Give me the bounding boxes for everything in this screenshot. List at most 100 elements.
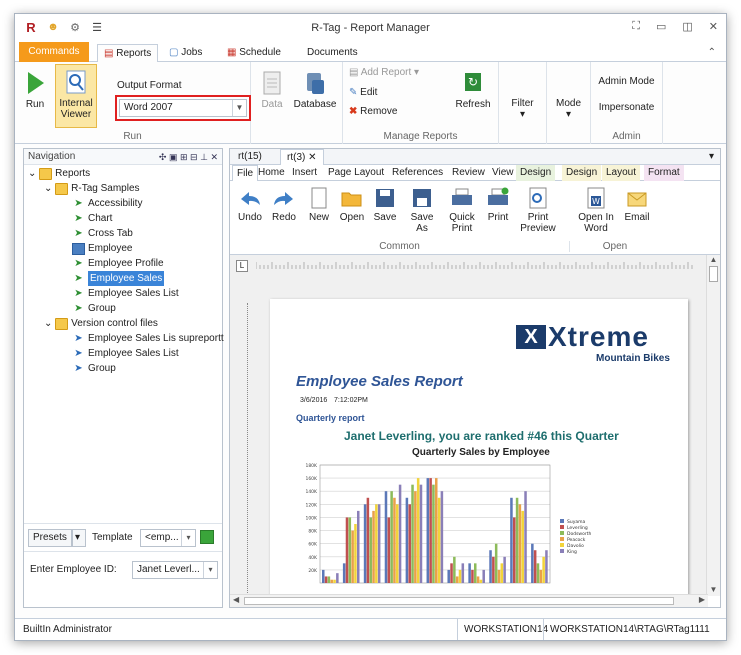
- tree-item[interactable]: ➤ Employee Profile: [72, 256, 163, 271]
- tree-item[interactable]: ➤ Employee Sales List: [72, 286, 178, 301]
- navigation-panel: Navigation ✣ ▣ ⊞ ⊟ ⊥ ✕ ⌄ Reports ⌄ R-Tag…: [23, 148, 224, 608]
- word-tab-layout[interactable]: Layout: [602, 165, 641, 181]
- edit-button[interactable]: ✎ Edit: [349, 87, 377, 98]
- pin-icon[interactable]: ⊥: [200, 152, 208, 162]
- data-button[interactable]: Data: [259, 70, 285, 110]
- refresh-icon: ↻: [465, 73, 481, 91]
- quick-print-button[interactable]: Quick Print: [446, 187, 478, 234]
- tree-item[interactable]: ➤ Employee Sales Lis supreportt: [72, 331, 223, 346]
- horizontal-scrollbar[interactable]: ◀ ▶: [230, 594, 708, 607]
- vertical-scrollbar[interactable]: ▲ ▼: [706, 255, 720, 596]
- chart-bar: [518, 504, 522, 583]
- fullscreen-icon[interactable]: ⛶: [632, 20, 640, 33]
- undo-button[interactable]: Undo: [236, 187, 264, 223]
- output-format-select[interactable]: Word 2007 ▼: [119, 99, 247, 117]
- doc-tab-active[interactable]: rt(3) ✕: [280, 149, 324, 165]
- open-in-word-button[interactable]: W Open In Word: [576, 187, 616, 234]
- tree-item[interactable]: ➤ Employee Sales List: [72, 346, 178, 361]
- close-icon[interactable]: ✕: [210, 152, 218, 162]
- email-button[interactable]: Email: [622, 187, 652, 223]
- save-icon[interactable]: ▣: [169, 152, 178, 162]
- internal-viewer-button[interactable]: Internal Viewer: [55, 64, 97, 128]
- template-select[interactable]: <emp... ▾: [140, 529, 196, 547]
- navigation-toolbar: ✣ ▣ ⊞ ⊟ ⊥ ✕: [159, 149, 218, 165]
- tab-stop-icon[interactable]: L: [236, 260, 248, 272]
- chart-legend-swatch: [560, 543, 564, 547]
- tree-item[interactable]: ⌄ R-Tag Samples: [44, 181, 140, 196]
- scroll-thumb[interactable]: [709, 266, 718, 282]
- chevron-down-icon[interactable]: ▼: [232, 100, 246, 116]
- tree-item[interactable]: ➤ Group: [72, 361, 116, 376]
- chart-bar: [354, 524, 357, 583]
- database-button[interactable]: Database: [293, 70, 337, 110]
- new-button[interactable]: New: [306, 187, 332, 223]
- restore-icon[interactable]: ◫: [682, 20, 692, 33]
- tab-reports[interactable]: ▤ Reports: [97, 44, 159, 63]
- tree-item[interactable]: ➤ Accessibility: [72, 196, 142, 211]
- tab-commands[interactable]: Commands: [19, 42, 89, 62]
- tree-item-selected[interactable]: ➤ Employee Sales: [72, 271, 165, 286]
- word-tab-view[interactable]: View: [488, 165, 518, 181]
- remove-button[interactable]: ✖ Remove: [349, 106, 397, 117]
- scroll-up-icon[interactable]: ▲: [707, 255, 720, 264]
- tree-item[interactable]: ➤ Group: [72, 301, 116, 316]
- minimize-icon[interactable]: ▭: [656, 20, 666, 33]
- chart-bar: [471, 569, 474, 583]
- chart-bar: [416, 478, 420, 583]
- print-preview-button[interactable]: Print Preview: [518, 187, 558, 234]
- word-tab-design-2[interactable]: Design: [562, 165, 602, 181]
- tree-item[interactable]: Employee: [72, 241, 132, 256]
- scroll-down-icon[interactable]: ▼: [707, 585, 720, 594]
- collapse-icon[interactable]: ⊟: [190, 152, 198, 162]
- scroll-left-icon[interactable]: ◀: [233, 595, 239, 604]
- word-tab-design[interactable]: Design: [516, 165, 556, 181]
- tab-schedule[interactable]: ▦ Schedule: [221, 44, 287, 62]
- close-icon[interactable]: ✕: [308, 152, 316, 163]
- chevron-down-icon[interactable]: ▾: [703, 149, 720, 165]
- mode-button[interactable]: Mode ▾: [547, 98, 590, 120]
- word-tab-format[interactable]: Format: [644, 165, 684, 181]
- hscroll-thumb[interactable]: [244, 597, 674, 605]
- presets-dropdown[interactable]: ▾: [72, 529, 86, 547]
- tree-item[interactable]: ➤ Chart: [72, 211, 112, 226]
- chart-bar: [461, 563, 465, 583]
- run-button[interactable]: Run: [21, 70, 49, 110]
- employee-id-label: Enter Employee ID:: [30, 564, 117, 575]
- impersonate-button[interactable]: Impersonate: [591, 102, 662, 113]
- word-tab-home[interactable]: Home: [254, 165, 289, 181]
- collapse-ribbon-icon[interactable]: ⌃: [702, 44, 722, 62]
- filter-button[interactable]: Filter ▾: [499, 98, 546, 120]
- tab-jobs[interactable]: ▢ Jobs: [163, 44, 208, 62]
- scroll-right-icon[interactable]: ▶: [699, 595, 705, 604]
- save-template-icon[interactable]: [200, 530, 214, 544]
- doc-tab[interactable]: rt(15): [232, 149, 268, 165]
- add-report-button[interactable]: ▤ Add Report ▾: [349, 67, 419, 78]
- word-tab-insert[interactable]: Insert: [288, 165, 321, 181]
- employee-id-select[interactable]: Janet Leverl... ▾: [132, 561, 218, 579]
- open-button[interactable]: Open: [338, 187, 366, 223]
- print-preview-icon: [529, 187, 547, 209]
- main-tabs: Commands ▤ Reports ▢ Jobs ▦ Schedule Doc…: [15, 42, 726, 63]
- word-tab-references[interactable]: References: [388, 165, 447, 181]
- refresh-button[interactable]: ↻ Refresh: [451, 70, 495, 110]
- word-tab-page-layout[interactable]: Page Layout: [324, 165, 388, 181]
- save-as-button[interactable]: Save As: [404, 187, 440, 234]
- word-tab-review[interactable]: Review: [448, 165, 489, 181]
- chart-bar: [539, 569, 543, 583]
- tree-item[interactable]: ⌄ Reports: [28, 166, 90, 181]
- tree-item[interactable]: ➤ Cross Tab: [72, 226, 133, 241]
- redo-button[interactable]: Redo: [270, 187, 298, 223]
- chart-bar: [492, 556, 495, 583]
- add-icon[interactable]: ✣: [159, 152, 167, 162]
- tree-item[interactable]: ⌄ Version control files: [44, 316, 158, 331]
- admin-mode-button[interactable]: Admin Mode: [591, 76, 662, 87]
- tab-documents[interactable]: Documents: [301, 44, 364, 62]
- chart-bar: [327, 576, 331, 583]
- save-button[interactable]: Save: [372, 187, 398, 223]
- presets-button[interactable]: Presets: [28, 529, 72, 547]
- expand-icon[interactable]: ⊞: [180, 152, 188, 162]
- chart-legend-swatch: [560, 537, 564, 541]
- versioned-report-icon: ➤: [74, 332, 83, 344]
- print-button[interactable]: Print: [484, 187, 512, 223]
- close-icon[interactable]: ✕: [709, 20, 718, 33]
